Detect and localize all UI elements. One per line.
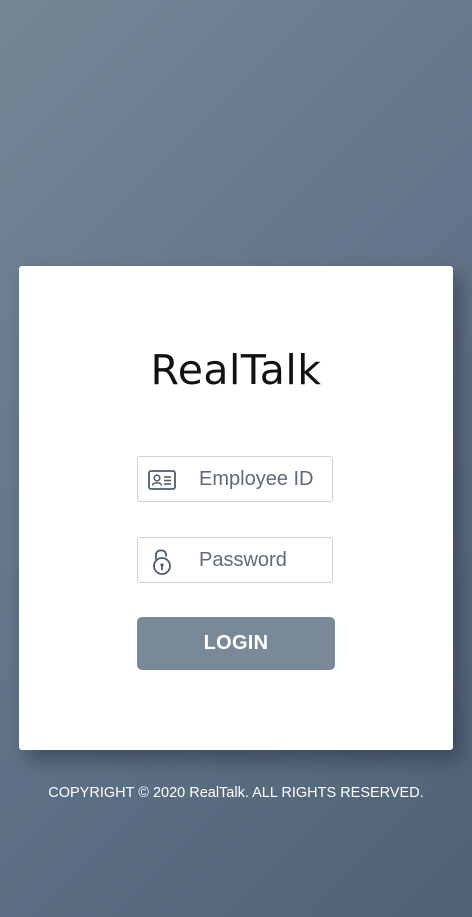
password-input[interactable] [188,538,328,582]
login-card: RealTalk LOGIN [19,266,453,750]
unlock-icon [148,548,176,575]
login-button[interactable]: LOGIN [137,617,335,670]
password-field[interactable] [137,537,333,583]
app-title: RealTalk [150,346,322,394]
copyright-text: COPYRIGHT © 2020 RealTalk. ALL RIGHTS RE… [48,785,424,801]
id-card-icon [148,467,176,493]
employee-id-input[interactable] [188,457,328,501]
employee-id-field[interactable] [137,456,333,502]
